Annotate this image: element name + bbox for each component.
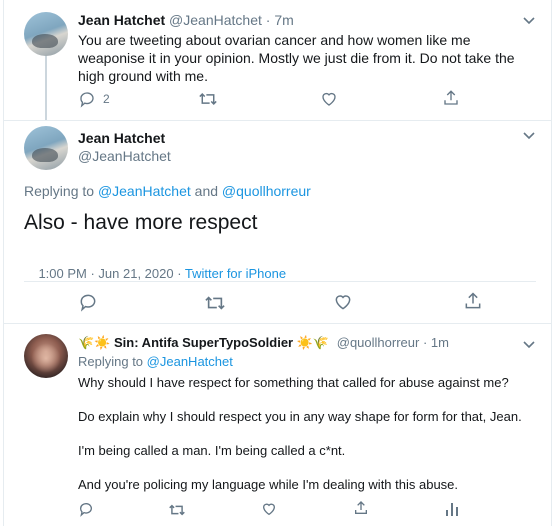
replying-user-link[interactable]: @JeanHatchet [98,183,191,199]
retweet-icon[interactable] [204,293,226,313]
tweet-time[interactable]: 1m [431,335,449,350]
source-link[interactable]: Twitter for iPhone [185,266,286,281]
tweet-timestamp: 1:00 PM · Jun 21, 2020 · Twitter for iPh… [24,251,286,296]
reply-icon[interactable] [78,292,98,312]
author-handle[interactable]: @quollhorreur [337,335,420,350]
replying-prefix: Replying to [24,183,95,199]
share-icon[interactable] [353,500,369,516]
analytics-icon[interactable] [445,501,459,517]
frame-right-border [551,0,552,526]
replying-to: Replying to @JeanHatchet and @quollhorre… [24,183,311,199]
tweet-text: Why should I have respect for something … [78,374,548,493]
divider [3,120,552,121]
divider [24,281,536,282]
chevron-down-icon[interactable] [522,340,536,350]
separator: · [265,12,271,28]
share-icon[interactable] [463,291,483,311]
retweet-icon[interactable] [168,502,186,518]
author-handle[interactable]: @JeanHatchet [169,12,262,28]
tweet-paragraph: I'm being called a man. I'm being called… [78,443,346,458]
tweet-text: Also - have more respect [24,211,258,234]
tweet-paragraph: And you're policing my language while I'… [78,477,459,492]
divider [3,323,552,324]
avatar[interactable] [24,126,68,170]
tweet-header: Jean Hatchet @JeanHatchet · 7m [78,12,294,28]
retweet-icon[interactable] [198,90,218,108]
author-name[interactable]: Sin: Antifa SuperTypoSoldier [114,335,293,350]
tweet-time[interactable]: 7m [274,12,293,28]
avatar[interactable] [24,12,68,56]
chevron-down-icon[interactable] [522,131,536,141]
like-icon[interactable] [261,501,277,517]
avatar[interactable] [24,334,68,378]
timestamp-text[interactable]: 1:00 PM · Jun 21, 2020 · [38,266,184,281]
reply-icon[interactable] [78,501,94,517]
author-name[interactable]: Jean Hatchet [78,12,165,28]
tweet-paragraph: Do explain why I should respect you in a… [78,409,522,424]
share-icon[interactable] [442,89,460,107]
like-icon[interactable] [333,292,353,312]
frame-left-border [3,0,4,526]
reply-count: 2 [103,92,110,106]
replying-user-link[interactable]: @JeanHatchet [147,354,233,369]
tweet-text: You are tweeting about ovarian cancer an… [78,32,515,84]
reply-icon[interactable] [78,90,96,108]
replying-to: Replying to @JeanHatchet [78,354,233,369]
replying-prefix: Replying to [78,354,144,369]
separator: · [422,335,428,350]
name-emoji: ☀️🌾 [296,335,330,350]
author-name[interactable]: Jean Hatchet [78,130,165,146]
tweet-paragraph: Why should I have respect for something … [78,375,509,390]
chevron-down-icon[interactable] [522,16,536,26]
replying-user-link[interactable]: @quollhorreur [222,183,311,199]
name-emoji: 🌾☀️ [78,335,111,350]
tweet-header: 🌾☀️ Sin: Antifa SuperTypoSoldier ☀️🌾 @qu… [78,335,449,351]
like-icon[interactable] [320,90,338,108]
thread-line [45,55,47,121]
replying-and: and [194,183,219,199]
author-handle[interactable]: @JeanHatchet [78,148,171,164]
